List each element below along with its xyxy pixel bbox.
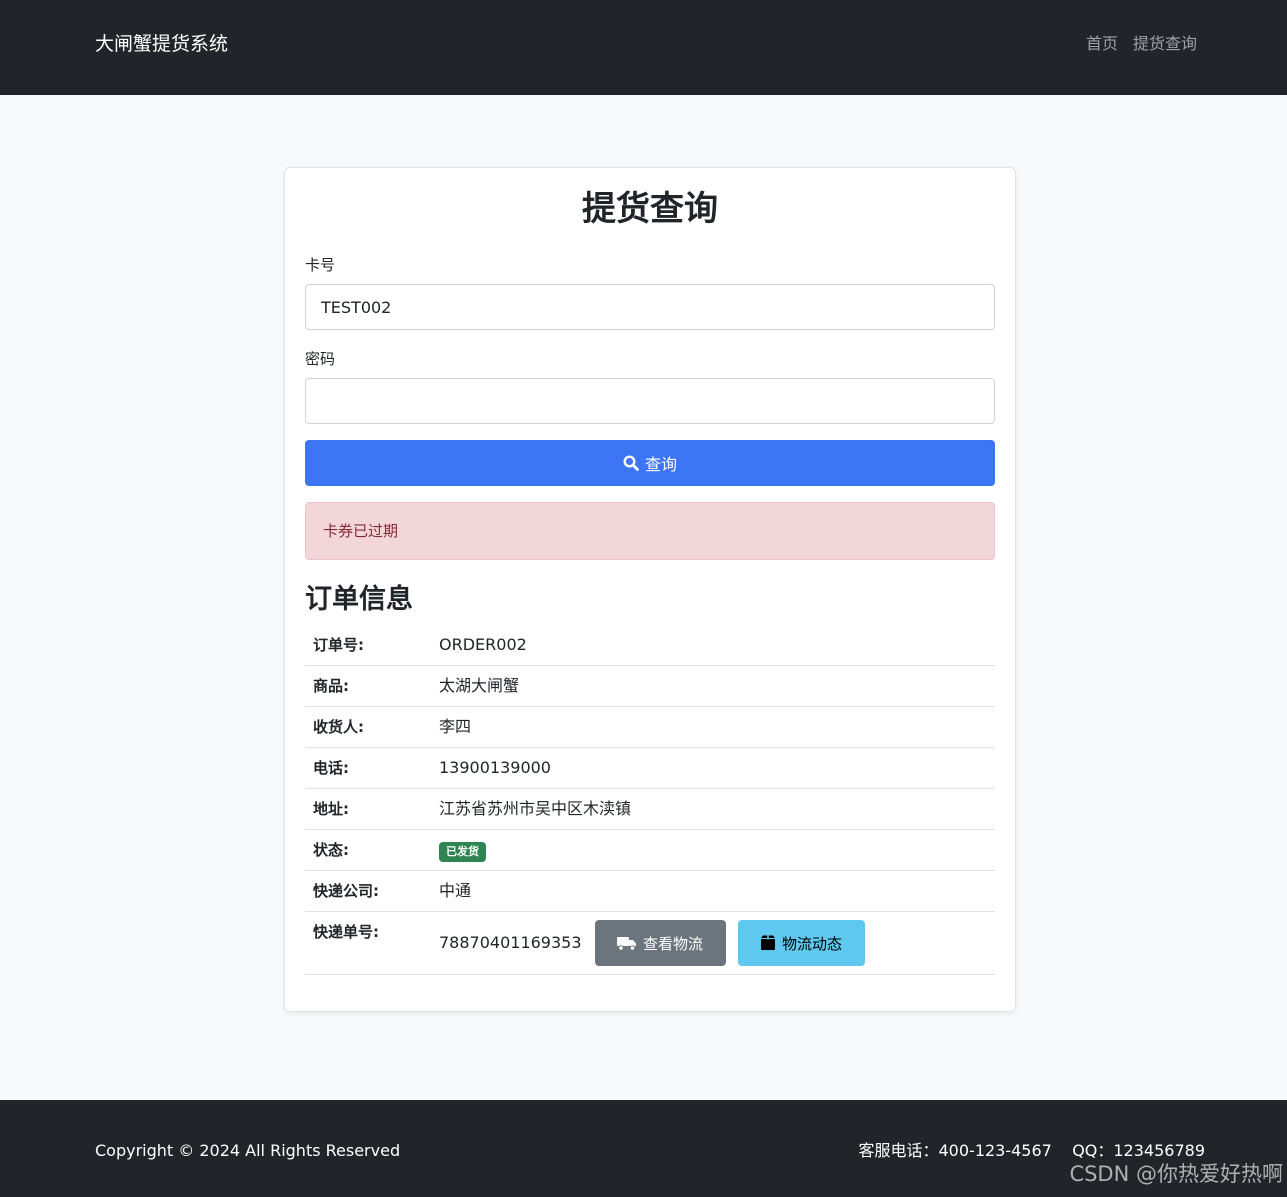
- table-row: 订单号: ORDER002: [305, 625, 995, 666]
- table-row: 地址: 江苏省苏州市吴中区木渎镇: [305, 789, 995, 830]
- order-section-title: 订单信息: [305, 584, 413, 615]
- truck-icon: [617, 936, 637, 951]
- brand[interactable]: 大闸蟹提货系统: [95, 30, 228, 58]
- status-badge: 已发货: [439, 842, 486, 862]
- order-info-table: 订单号: ORDER002 商品: 太湖大闸蟹 收货人: 李四 电话: 1390…: [305, 625, 995, 975]
- logistics-updates-button[interactable]: 物流动态: [737, 920, 865, 966]
- product-value: 太湖大闸蟹: [439, 676, 520, 695]
- box-icon: [760, 935, 776, 951]
- table-row: 商品: 太湖大闸蟹: [305, 666, 995, 707]
- card-number-input[interactable]: [305, 284, 995, 330]
- table-row: 快递单号: 78870401169353 查看物流 物流动态: [305, 912, 995, 975]
- nav-link-home[interactable]: 首页: [1086, 32, 1118, 56]
- table-row: 电话: 13900139000: [305, 748, 995, 789]
- address-key: 地址:: [313, 800, 349, 818]
- table-row: 快递公司: 中通: [305, 871, 995, 912]
- search-button-label: 查询: [644, 455, 677, 474]
- password-input[interactable]: [305, 378, 995, 424]
- nav-link-pickup-query[interactable]: 提货查询: [1133, 32, 1197, 56]
- card-number-label: 卡号: [305, 256, 336, 274]
- expired-alert: 卡券已过期: [305, 502, 995, 560]
- courier-value: 中通: [439, 881, 472, 900]
- table-row: 收货人: 李四: [305, 707, 995, 748]
- password-label: 密码: [305, 350, 336, 368]
- phone-value: 13900139000: [439, 758, 551, 777]
- order-number-key: 订单号:: [313, 636, 364, 654]
- tracking-number-key: 快递单号:: [313, 923, 379, 941]
- tracking-cell: 78870401169353 查看物流 物流动态: [439, 920, 865, 966]
- courier-key: 快递公司:: [313, 882, 379, 900]
- search-button[interactable]: 查询: [305, 440, 995, 486]
- tracking-number-value: 78870401169353: [439, 933, 582, 952]
- logistics-updates-label: 物流动态: [782, 934, 843, 953]
- csdn-watermark: CSDN @你热爱好热啊: [1069, 1162, 1283, 1186]
- product-key: 商品:: [313, 677, 349, 695]
- order-number-value: ORDER002: [439, 635, 527, 654]
- navbar: 大闸蟹提货系统 首页 提货查询: [0, 0, 1287, 95]
- status-key: 状态:: [313, 841, 349, 859]
- nav-links: 首页 提货查询: [1086, 32, 1197, 56]
- recipient-value: 李四: [439, 717, 472, 736]
- page-title: 提货查询: [582, 189, 718, 229]
- copyright-text: Copyright © 2024 All Rights Reserved: [95, 1141, 401, 1160]
- status-cell: 已发货: [439, 839, 486, 862]
- table-row: 状态: 已发货: [305, 830, 995, 871]
- address-value: 江苏省苏州市吴中区木渎镇: [439, 799, 632, 818]
- view-logistics-label: 查看物流: [643, 934, 704, 953]
- search-icon: [623, 455, 639, 471]
- view-logistics-button[interactable]: 查看物流: [594, 920, 726, 966]
- recipient-key: 收货人:: [313, 718, 364, 736]
- query-card: 提货查询 卡号 密码 查询 卡券已过期 订单信息 订单号: ORDER002 商…: [284, 167, 1016, 1012]
- phone-key: 电话:: [313, 759, 349, 777]
